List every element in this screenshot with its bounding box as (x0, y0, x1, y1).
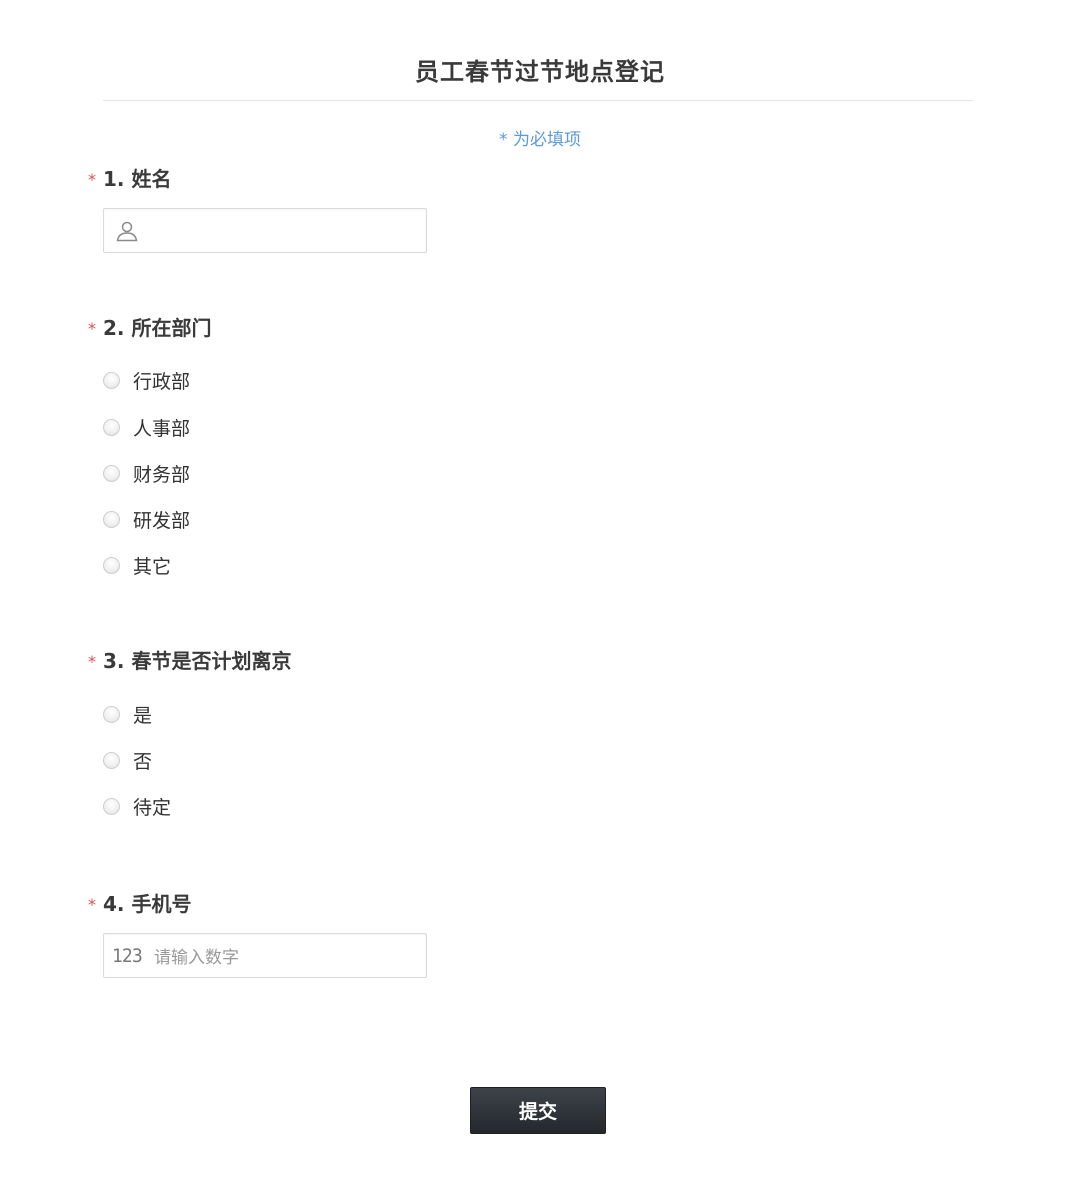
radio-button[interactable] (103, 371, 120, 389)
form-title: 员工春节过节地点登记 (415, 58, 665, 86)
question-label: 1. 姓名 (103, 167, 172, 191)
name-input[interactable] (103, 208, 427, 253)
radio-button[interactable] (103, 751, 120, 769)
question-label: 2. 所在部门 (103, 316, 212, 340)
radio-option-department-hr[interactable]: 人事部 (103, 414, 190, 440)
required-note: * 为必填项 (499, 130, 581, 150)
radio-option-department-other[interactable]: 其它 (103, 552, 171, 578)
phone-input[interactable]: 123 请输入数字 (103, 933, 427, 978)
radio-button[interactable] (103, 556, 120, 574)
radio-option-leave-undecided[interactable]: 待定 (103, 793, 171, 819)
radio-option-department-finance[interactable]: 财务部 (103, 460, 190, 486)
required-star: * (88, 652, 96, 671)
option-label: 研发部 (133, 509, 191, 532)
question-1-title: * 1. 姓名 (88, 163, 171, 192)
option-label: 财务部 (133, 463, 191, 486)
radio-option-department-rnd[interactable]: 研发部 (103, 506, 190, 532)
option-label: 待定 (133, 796, 172, 819)
radio-option-leave-yes[interactable]: 是 (103, 701, 152, 727)
option-label: 其它 (133, 555, 172, 578)
number-icon: 123 (112, 944, 143, 967)
radio-option-department-admin[interactable]: 行政部 (103, 367, 190, 393)
question-4-title: * 4. 手机号 (88, 888, 191, 917)
option-label: 行政部 (133, 370, 191, 393)
option-label: 否 (133, 750, 153, 773)
radio-button[interactable] (103, 797, 120, 815)
option-label: 人事部 (133, 417, 191, 440)
required-star: * (88, 319, 96, 338)
user-icon (104, 219, 150, 243)
submit-button[interactable]: 提交 (470, 1087, 606, 1134)
phone-input-placeholder: 请输入数字 (154, 948, 239, 968)
question-2-title: * 2. 所在部门 (88, 312, 211, 341)
question-label: 3. 春节是否计划离京 (103, 649, 292, 673)
option-label: 是 (133, 704, 153, 727)
radio-button[interactable] (103, 705, 120, 723)
radio-button[interactable] (103, 464, 120, 482)
question-3-title: * 3. 春节是否计划离京 (88, 645, 291, 674)
radio-option-leave-no[interactable]: 否 (103, 747, 152, 773)
required-star: * (88, 170, 96, 189)
radio-button[interactable] (103, 510, 120, 528)
radio-button[interactable] (103, 418, 120, 436)
question-label: 4. 手机号 (103, 892, 192, 916)
required-star: * (88, 895, 96, 914)
title-divider (103, 100, 973, 101)
